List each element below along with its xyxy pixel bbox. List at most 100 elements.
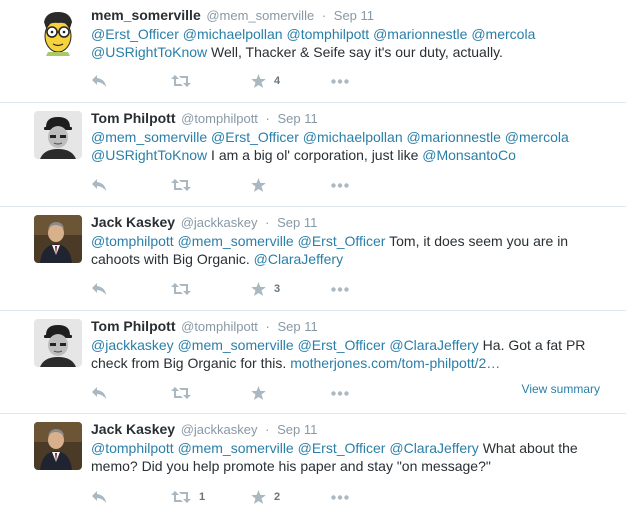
tweet-handle[interactable]: @tomphilpott: [181, 111, 258, 126]
retweet-icon: [171, 491, 191, 503]
avatar[interactable]: [34, 111, 82, 159]
tweet-date[interactable]: Sep 11: [278, 111, 318, 126]
mention-link[interactable]: @Erst_Officer: [211, 129, 299, 145]
retweet-button[interactable]: [171, 175, 251, 195]
tweet-text: @Erst_Officer @michaelpollan @tomphilpot…: [91, 25, 611, 61]
tweet-text-segment: cahoots with Big Organic.: [91, 251, 254, 267]
favorite-button[interactable]: 2: [251, 487, 331, 507]
more-button[interactable]: [331, 487, 411, 507]
url-link[interactable]: motherjones.com/tom-philpott/2…: [290, 355, 500, 371]
tweet-text: @jackkaskey @mem_somerville @Erst_Office…: [91, 336, 611, 372]
mention-link[interactable]: @USRightToKnow: [91, 44, 207, 60]
retweet-icon: [171, 387, 191, 399]
mention-link[interactable]: @mem_somerville: [178, 233, 294, 249]
tweet-text-line-1: @Erst_Officer @michaelpollan @tomphilpot…: [91, 25, 611, 43]
tweet-text-line-1: @mem_somerville @Erst_Officer @michaelpo…: [91, 128, 611, 146]
tweet-handle[interactable]: @mem_somerville: [206, 8, 314, 23]
retweet-button[interactable]: [171, 279, 251, 299]
mention-link[interactable]: @USRightToKnow: [91, 147, 207, 163]
tweet-handle[interactable]: @jackkaskey: [181, 215, 258, 230]
tweet-handle[interactable]: @jackkaskey: [181, 422, 258, 437]
reply-arrow-icon: [92, 179, 106, 191]
avatar[interactable]: [34, 8, 82, 56]
reply-arrow-icon: [92, 491, 106, 503]
mention-link[interactable]: @tomphilpott: [91, 233, 174, 249]
more-button[interactable]: [331, 383, 411, 403]
retweet-button[interactable]: [171, 383, 251, 403]
avatar[interactable]: [34, 215, 82, 263]
reply-arrow-icon: [92, 387, 106, 399]
more-button[interactable]: [331, 175, 411, 195]
retweet-button[interactable]: 1: [171, 487, 251, 507]
mention-link[interactable]: @Erst_Officer: [298, 337, 386, 353]
avatar[interactable]: [34, 422, 82, 470]
tweet[interactable]: Tom Philpott @tomphilpott · Sep 11 @jack…: [0, 311, 626, 414]
favorite-button[interactable]: 4: [251, 71, 331, 91]
tweet[interactable]: mem_somerville @mem_somerville · Sep 11 …: [0, 0, 626, 103]
tweet-date[interactable]: Sep 11: [278, 319, 318, 334]
tweet-text-segment: Tom, it does seem you are in: [385, 233, 569, 249]
mention-link[interactable]: @ClaraJeffery: [389, 440, 478, 456]
photo-avatar-image: [34, 215, 82, 263]
header-separator: ·: [265, 422, 270, 437]
mention-link[interactable]: @tomphilpott: [91, 440, 174, 456]
more-button[interactable]: [331, 279, 411, 299]
tweet-header: Jack Kaskey @jackkaskey · Sep 11: [91, 421, 317, 437]
tweet[interactable]: Tom Philpott @tomphilpott · Sep 11 @mem_…: [0, 103, 626, 207]
mention-link[interactable]: @michaelpollan: [183, 26, 283, 42]
favorite-button[interactable]: [251, 175, 331, 195]
mention-link[interactable]: @mem_somerville: [91, 129, 207, 145]
mention-link[interactable]: @mem_somerville: [178, 337, 294, 353]
mention-link[interactable]: @marionnestle: [373, 26, 467, 42]
mention-link[interactable]: @ClaraJeffery: [389, 337, 478, 353]
mention-link[interactable]: @tomphilpott: [286, 26, 369, 42]
tweet-text-segment: Well, Thacker & Seife say it's our duty,…: [207, 44, 503, 60]
tweet-date[interactable]: Sep 11: [277, 215, 317, 230]
tweet-text-line-2: @USRightToKnow Well, Thacker & Seife say…: [91, 43, 611, 61]
reply-button[interactable]: [91, 279, 171, 299]
mention-link[interactable]: @ClaraJeffery: [254, 251, 343, 267]
retweet-button[interactable]: [171, 71, 251, 91]
retweet-icon: [171, 75, 191, 87]
tweet-date[interactable]: Sep 11: [334, 8, 374, 23]
mention-link[interactable]: @mem_somerville: [178, 440, 294, 456]
tweet[interactable]: Jack Kaskey @jackkaskey · Sep 11 @tomphi…: [0, 207, 626, 311]
mention-link[interactable]: @michaelpollan: [303, 129, 403, 145]
tweet-text-line-2: check from Big Organic for this. motherj…: [91, 354, 611, 372]
favorite-button[interactable]: [251, 383, 331, 403]
mention-link[interactable]: @mercola: [471, 26, 535, 42]
tweet-text-line-2: @USRightToKnow I am a big ol' corporatio…: [91, 146, 611, 164]
star-icon: [251, 282, 266, 296]
mention-link[interactable]: @Erst_Officer: [91, 26, 179, 42]
tweet-text-line-2: cahoots with Big Organic. @ClaraJeffery: [91, 250, 611, 268]
mention-link[interactable]: @marionnestle: [407, 129, 501, 145]
view-summary-link[interactable]: View summary: [522, 382, 600, 396]
tweet-fullname[interactable]: mem_somerville: [91, 7, 201, 23]
mention-link[interactable]: @Erst_Officer: [298, 233, 386, 249]
tweet-date[interactable]: Sep 11: [277, 422, 317, 437]
retweet-count: 1: [199, 491, 206, 503]
avatar[interactable]: [34, 319, 82, 367]
reply-button[interactable]: [91, 175, 171, 195]
mention-link[interactable]: @mercola: [505, 129, 569, 145]
tweet-actions: 1 2: [91, 487, 411, 507]
tweet-fullname[interactable]: Tom Philpott: [91, 318, 176, 334]
reply-button[interactable]: [91, 487, 171, 507]
tweet[interactable]: Jack Kaskey @jackkaskey · Sep 11 @tomphi…: [0, 414, 626, 513]
reply-button[interactable]: [91, 383, 171, 403]
tweet-header: mem_somerville @mem_somerville · Sep 11: [91, 7, 374, 23]
tweet-text-line-1: @jackkaskey @mem_somerville @Erst_Office…: [91, 336, 611, 354]
tweet-handle[interactable]: @tomphilpott: [181, 319, 258, 334]
mention-link[interactable]: @Erst_Officer: [298, 440, 386, 456]
mention-link[interactable]: @MonsantoCo: [422, 147, 516, 163]
tweet-fullname[interactable]: Tom Philpott: [91, 110, 176, 126]
tweet-text-segment: What about the: [478, 440, 578, 456]
more-dots-icon: [331, 286, 349, 292]
more-button[interactable]: [331, 71, 411, 91]
reply-button[interactable]: [91, 71, 171, 91]
tweet-fullname[interactable]: Jack Kaskey: [91, 214, 175, 230]
mention-link[interactable]: @jackkaskey: [91, 337, 174, 353]
favorite-button[interactable]: 3: [251, 279, 331, 299]
tweet-text-line-2: memo? Did you help promote his paper and…: [91, 457, 611, 475]
tweet-fullname[interactable]: Jack Kaskey: [91, 421, 175, 437]
